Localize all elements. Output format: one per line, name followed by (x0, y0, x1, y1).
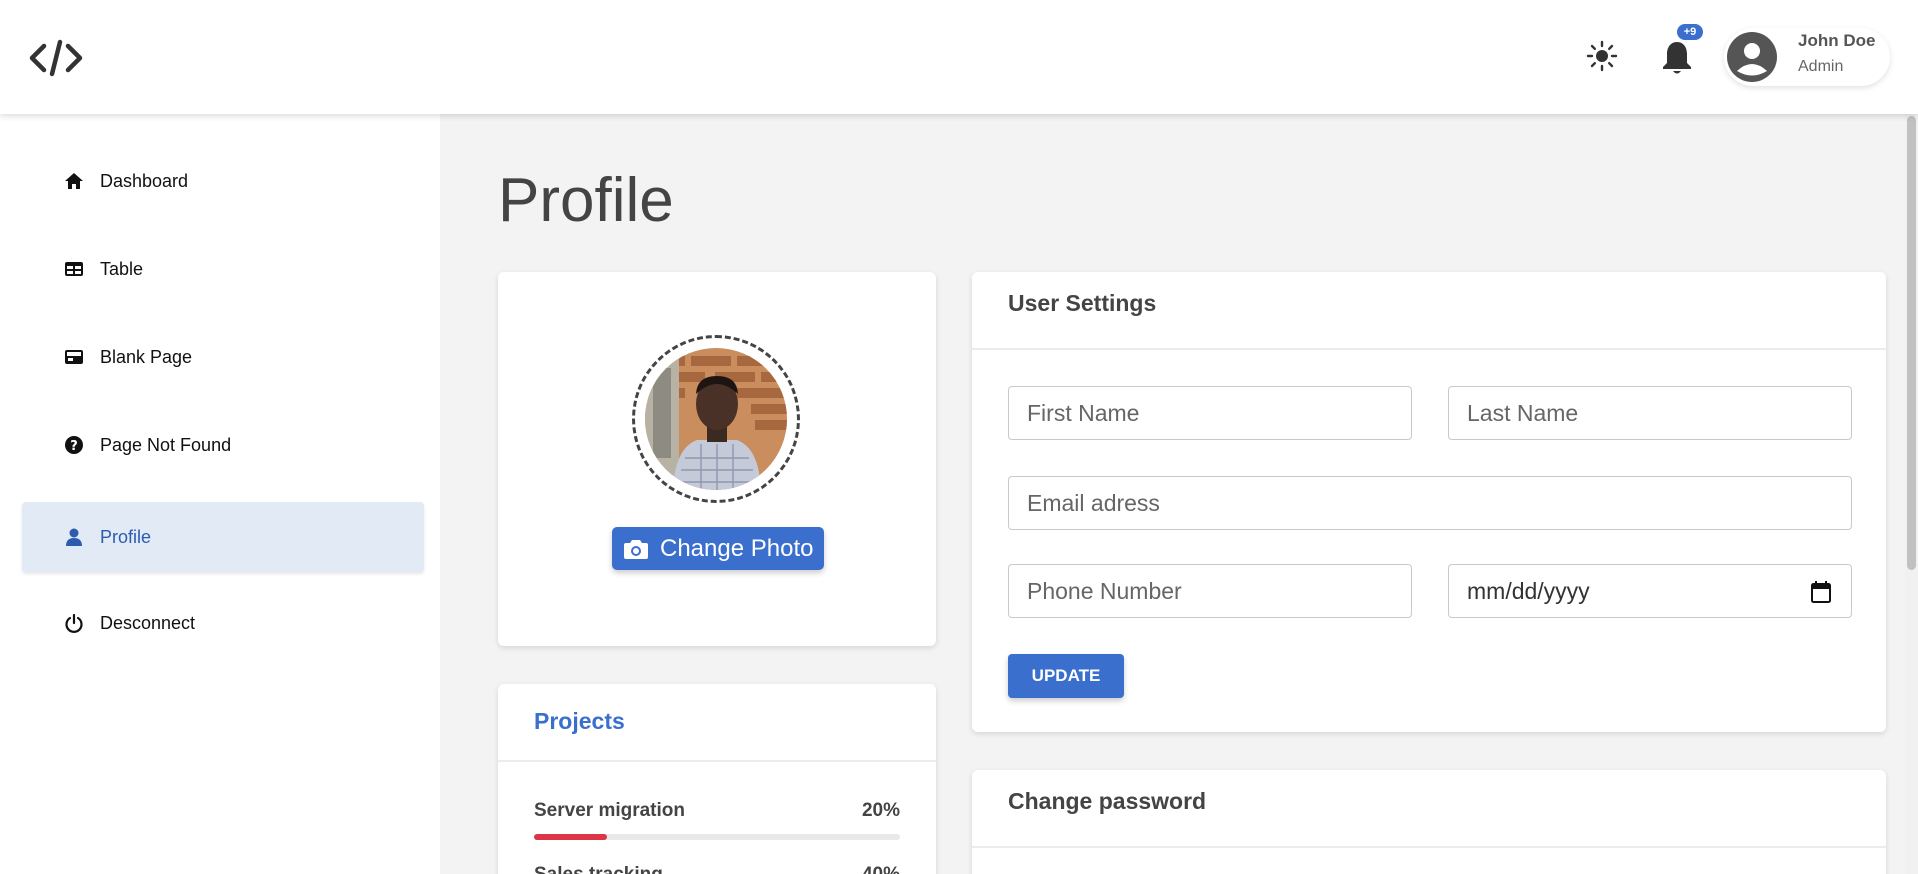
projects-title: Projects (534, 708, 625, 734)
sidebar-item-desconnect[interactable]: Desconnect (22, 588, 424, 658)
sidebar-item-blank-page[interactable]: Blank Page (22, 322, 424, 392)
person-icon (66, 528, 82, 546)
notification-badge: +9 (1675, 22, 1705, 42)
avatar (645, 348, 787, 490)
projects-card: Projects Server migration 20% Sales trac… (498, 684, 936, 874)
sidebar: Dashboard Table Blank Page ? Page Not Fo… (0, 114, 440, 874)
user-role: Admin (1798, 58, 1844, 75)
date-field-text: mm/dd/yyyy (1467, 577, 1590, 604)
update-button[interactable]: UPDATE (1008, 654, 1124, 698)
divider (498, 760, 936, 762)
sidebar-item-table[interactable]: Table (22, 234, 424, 304)
svg-text:?: ? (70, 439, 78, 454)
card-icon (65, 350, 83, 364)
sidebar-item-label: Page Not Found (100, 434, 232, 455)
calendar-icon[interactable] (1811, 581, 1831, 603)
change-photo-button[interactable]: Change Photo (612, 527, 824, 570)
scrollbar-thumb[interactable] (1907, 116, 1916, 570)
sidebar-item-label: Dashboard (100, 170, 189, 191)
change-photo-label: Change Photo (660, 534, 814, 562)
scrollbar[interactable] (1905, 114, 1918, 874)
code-icon[interactable] (28, 36, 84, 80)
user-menu[interactable]: John Doe Admin (1724, 28, 1890, 86)
email-field[interactable]: Email adress (1008, 476, 1852, 530)
project-percent: 20% (861, 800, 900, 821)
top-bar: +9 John Doe Admin (0, 0, 1918, 114)
last-name-field[interactable]: Last Name (1448, 386, 1852, 440)
user-name: John Doe (1798, 31, 1876, 50)
home-icon (65, 173, 83, 189)
sidebar-item-label: Blank Page (100, 346, 193, 367)
phone-field[interactable]: Phone Number (1008, 564, 1412, 618)
first-name-field[interactable]: First Name (1008, 386, 1412, 440)
sun-icon[interactable] (1586, 40, 1618, 72)
table-icon (65, 262, 83, 276)
change-password-title: Change password (1008, 788, 1207, 814)
project-name: Server migration (534, 800, 685, 821)
sidebar-item-dashboard[interactable]: Dashboard (22, 146, 424, 216)
camera-icon (624, 540, 648, 559)
page-title: Profile (498, 166, 674, 235)
bell-icon[interactable] (1660, 38, 1694, 76)
sidebar-item-page-not-found[interactable]: ? Page Not Found (22, 410, 424, 480)
profile-photo-card: Change Photo (498, 272, 936, 646)
help-circle-icon: ? (65, 436, 83, 454)
progress-fill (534, 834, 608, 840)
change-password-card: Change password (972, 770, 1886, 874)
power-icon (65, 613, 83, 633)
avatar-frame (632, 335, 800, 503)
user-settings-card: User Settings First Name Last Name Email… (972, 272, 1886, 732)
date-field[interactable]: mm/dd/yyyy (1448, 564, 1852, 618)
sidebar-item-label: Table (100, 258, 144, 279)
account-circle-icon (1727, 32, 1777, 82)
sidebar-item-label: Desconnect (100, 612, 196, 633)
divider (972, 348, 1886, 350)
sidebar-item-profile[interactable]: Profile (22, 502, 424, 572)
progress-bar (534, 834, 900, 840)
divider (972, 846, 1886, 848)
project-name: Sales tracking (534, 864, 663, 874)
project-percent: 40% (862, 864, 900, 874)
user-settings-title: User Settings (1008, 290, 1157, 316)
sidebar-item-label: Profile (100, 526, 152, 547)
